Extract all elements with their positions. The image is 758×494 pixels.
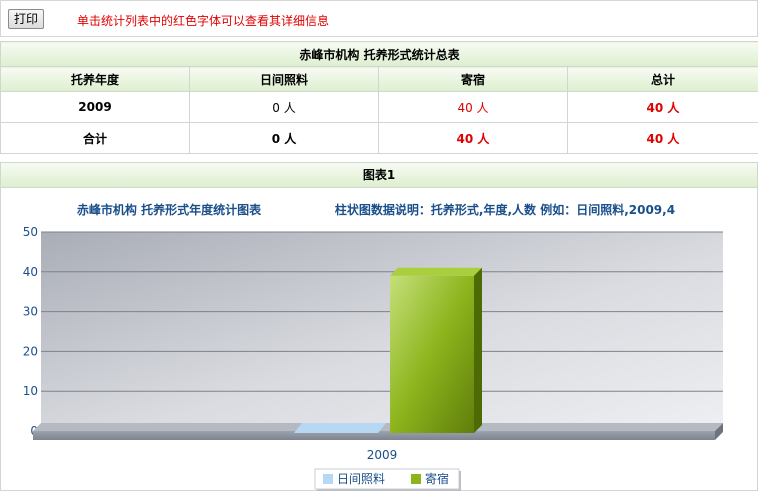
x-tick-label: 2009 <box>367 448 398 462</box>
bar-1 <box>390 276 474 433</box>
summary-table: 赤峰市机构 托养形式统计总表 托养年度 日间照料 寄宿 总计 2009 0 人 … <box>0 41 758 154</box>
chart-panel: 图表1 赤峰市机构 托养形式年度统计图表 柱状图数据说明：托养形式,年度,人数 … <box>0 162 758 491</box>
header-day-care: 日间照料 <box>190 67 379 92</box>
cell-total-link[interactable]: 40 人 <box>568 92 758 123</box>
bar-0 <box>294 423 386 433</box>
cell-boarding-link[interactable]: 40 人 <box>379 92 568 123</box>
chart-subtitle: 柱状图数据说明：托养形式,年度,人数 例如：日间照料,2009,4 <box>335 202 675 217</box>
table-row: 2009 0 人 40 人 40 人 <box>1 92 758 123</box>
bar-side-1 <box>474 268 482 433</box>
print-button[interactable]: 打印 <box>8 9 44 29</box>
legend-label: 日间照料 <box>337 472 385 486</box>
summary-title: 赤峰市机构 托养形式统计总表 <box>1 42 758 67</box>
cell-day-care: 0 人 <box>190 92 379 123</box>
y-tick-label: 10 <box>23 384 38 398</box>
bar-chart: 赤峰市机构 托养形式年度统计图表 柱状图数据说明：托养形式,年度,人数 例如：日… <box>1 188 757 491</box>
chart-panel-header: 图表1 <box>1 163 757 188</box>
chart-background <box>41 232 723 431</box>
chart-title: 赤峰市机构 托养形式年度统计图表 <box>77 202 262 217</box>
header-total: 总计 <box>568 67 758 92</box>
legend-swatch <box>323 474 333 484</box>
legend-swatch <box>411 474 421 484</box>
y-tick-label: 30 <box>23 305 38 319</box>
cell-day-care-total: 0 人 <box>190 123 379 154</box>
table-row: 合计 0 人 40 人 40 人 <box>1 123 758 154</box>
row-total-label: 合计 <box>1 123 190 154</box>
cell-grand-total-link[interactable]: 40 人 <box>568 123 758 154</box>
y-tick-label: 20 <box>23 344 38 358</box>
y-tick-label: 50 <box>23 225 38 239</box>
y-tick-label: 40 <box>23 265 38 279</box>
hint-text: 单击统计列表中的红色字体可以查看其详细信息 <box>77 12 329 29</box>
header-year: 托养年度 <box>1 67 190 92</box>
row-year: 2009 <box>1 92 190 123</box>
toolbar: 打印 单击统计列表中的红色字体可以查看其详细信息 <box>0 0 758 37</box>
legend-label: 寄宿 <box>425 471 449 486</box>
bar-top-1 <box>390 268 482 276</box>
header-boarding: 寄宿 <box>379 67 568 92</box>
cell-boarding-total-link[interactable]: 40 人 <box>379 123 568 154</box>
